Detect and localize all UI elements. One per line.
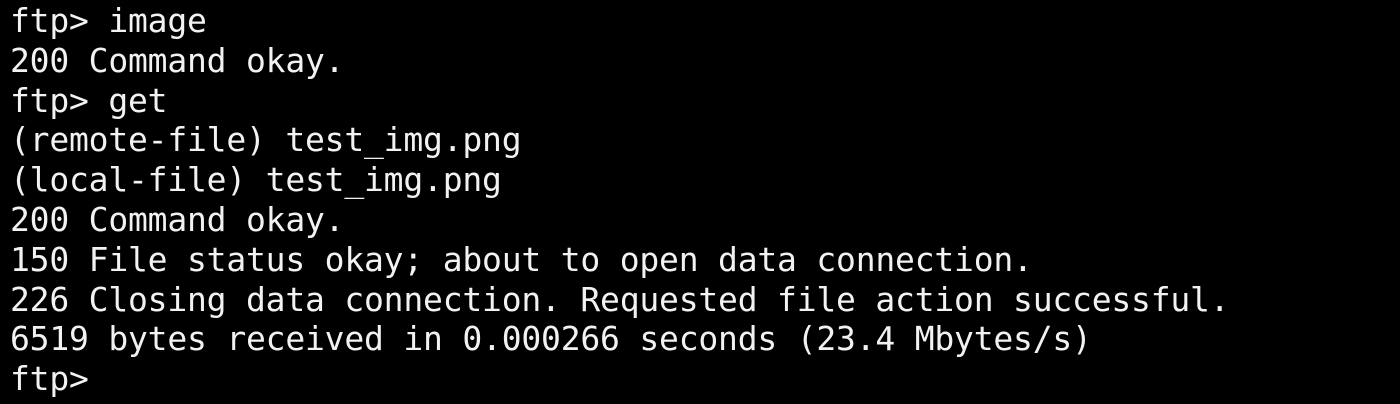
terminal-line: 200 Command okay. [10, 199, 345, 239]
input-caret-area[interactable] [89, 362, 109, 396]
terminal-line: 226 Closing data connection. Requested f… [10, 279, 1230, 319]
terminal-line: ftp> get [10, 80, 168, 120]
terminal-line: 200 Command okay. [10, 40, 345, 80]
terminal-window[interactable]: ftp> image 200 Command okay. ftp> get (r… [0, 0, 1400, 404]
terminal-line: ftp> image [10, 1, 207, 40]
prompt-label: ftp> [10, 359, 89, 399]
terminal-line: 6519 bytes received in 0.000266 seconds … [10, 319, 1092, 359]
terminal-line: (local-file) test_img.png [10, 160, 502, 200]
command-prompt[interactable]: ftp> [10, 359, 1400, 399]
terminal-line: 150 File status okay; about to open data… [10, 239, 1033, 279]
terminal-line: (remote-file) test_img.png [10, 120, 522, 160]
